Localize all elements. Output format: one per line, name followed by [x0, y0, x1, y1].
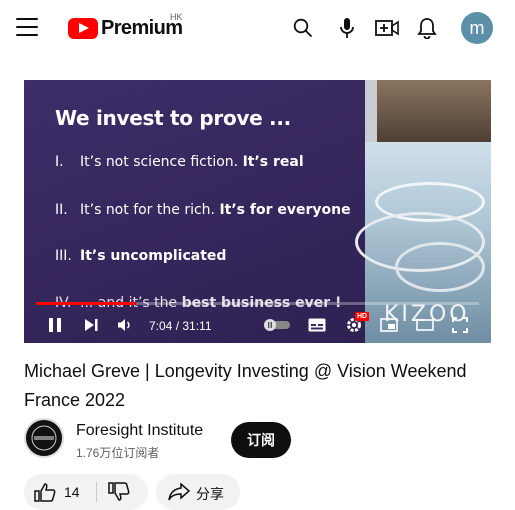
- bell-icon[interactable]: [414, 15, 440, 41]
- youtube-logo-icon: [68, 17, 98, 39]
- volume-icon[interactable]: [116, 316, 134, 334]
- slide-title: We invest to prove ...: [55, 106, 291, 130]
- player-controls: 7:04 / 31:11 HD: [24, 308, 491, 343]
- slide-point: III. It’s uncomplicated: [55, 248, 227, 264]
- like-count: 14: [64, 484, 80, 500]
- youtube-premium-logo[interactable]: Premium: [68, 16, 183, 40]
- top-bar: Premium HK m: [0, 0, 515, 56]
- divider: [96, 482, 97, 502]
- share-label: 分享: [196, 486, 224, 502]
- subscribe-button[interactable]: 订阅: [231, 422, 291, 458]
- share-button[interactable]: 分享: [156, 474, 240, 510]
- menu-icon[interactable]: [16, 18, 38, 36]
- slide-point: I. It’s not science fiction. It’s real: [55, 154, 304, 170]
- progress-bar[interactable]: [36, 302, 479, 305]
- subscriber-count: 1.76万位订阅者: [76, 446, 160, 460]
- like-dislike-group: 14: [24, 474, 148, 510]
- account-avatar[interactable]: m: [461, 12, 493, 44]
- autoplay-toggle[interactable]: [262, 316, 292, 334]
- mic-icon[interactable]: [334, 15, 360, 41]
- slide-point: II. It’s not for the rich. It’s for every…: [55, 202, 351, 218]
- search-icon[interactable]: [290, 15, 316, 41]
- hd-badge: HD: [355, 312, 370, 321]
- thumbs-up-icon[interactable]: [34, 482, 56, 507]
- thumbs-down-icon[interactable]: [108, 482, 130, 507]
- settings-icon[interactable]: HD: [342, 312, 370, 334]
- conference-room-image: [377, 80, 491, 142]
- subtitles-icon[interactable]: [307, 316, 327, 334]
- theater-mode-icon[interactable]: [415, 316, 435, 334]
- video-player[interactable]: We invest to prove ... I. It’s not scienc…: [24, 80, 491, 343]
- fullscreen-icon[interactable]: [450, 316, 470, 334]
- channel-name[interactable]: Foresight Institute: [76, 422, 203, 440]
- video-title: Michael Greve | Longevity Investing @ Vi…: [24, 361, 467, 410]
- progress-fill: [36, 302, 137, 305]
- next-icon[interactable]: [82, 316, 100, 334]
- miniplayer-icon[interactable]: [379, 316, 399, 334]
- time-display: 7:04 / 31:11: [149, 319, 212, 333]
- pause-icon[interactable]: [46, 316, 64, 334]
- region-label: HK: [170, 12, 183, 22]
- channel-avatar[interactable]: [24, 418, 64, 458]
- create-icon[interactable]: [374, 15, 400, 41]
- share-icon: [168, 482, 191, 506]
